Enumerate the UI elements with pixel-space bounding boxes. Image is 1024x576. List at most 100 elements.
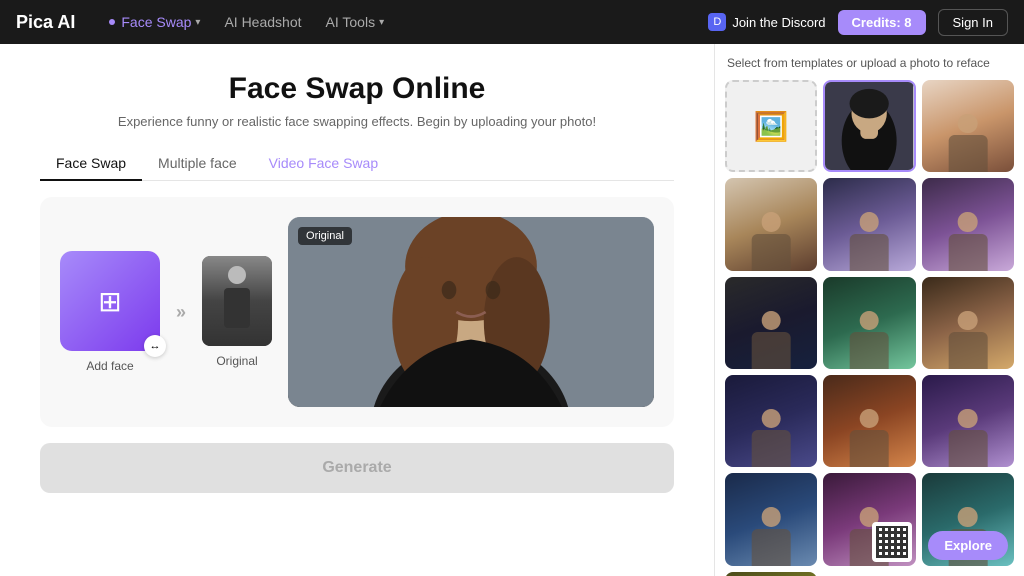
p-body-8 [948,332,987,369]
p-head-11 [958,409,977,428]
person-overlay-7 [837,295,902,369]
qr-code [872,522,912,562]
face-swap-badge: ↔ [144,335,166,357]
template-item-4[interactable] [823,178,915,270]
template-item-10[interactable] [823,375,915,467]
p-head-2 [958,114,977,133]
p-body-7 [850,332,889,369]
person-overlay-3 [739,197,804,271]
p-body-11 [948,430,987,467]
person-body [224,288,250,328]
main-container: Face Swap Online Experience funny or rea… [0,44,1024,576]
woman-svg [288,217,654,407]
template-item-11[interactable] [922,375,1014,467]
original-large-image: Original [288,217,654,407]
person-overlay-10 [837,394,902,468]
nav-ai-tools[interactable]: AI Tools ▾ [316,10,395,34]
discord-icon: D [708,13,726,31]
template-item-7[interactable] [823,277,915,369]
person-overlay-11 [936,394,1001,468]
credits-button[interactable]: Credits: 8 [838,10,926,35]
add-face-label: Add face [86,359,133,373]
p-head-5 [958,212,977,231]
template-item-5[interactable] [922,178,1014,270]
header: Pica AI Face Swap ▾ AI Headshot AI Tools… [0,0,1024,44]
p-head-3 [761,212,780,231]
p-body-3 [752,234,791,271]
chevron-down-icon-2: ▾ [379,17,384,28]
add-face-card: ⊞ ↔ Add face [60,251,160,373]
p-body-5 [948,234,987,271]
template-item-2[interactable] [922,80,1014,172]
person-overlay-5 [936,197,1001,271]
signin-button[interactable]: Sign In [938,9,1008,36]
original-label: Original [216,354,257,368]
active-dot [109,19,115,25]
nav-ai-tools-label: AI Tools [326,14,376,30]
add-face-button[interactable]: ⊞ ↔ [60,251,160,351]
p-body-4 [850,234,889,271]
template-grid: 🖼️ [723,80,1016,576]
header-right: D Join the Discord Credits: 8 Sign In [708,9,1008,36]
original-thumbnail[interactable] [202,256,272,346]
right-panel-header: Select from templates or upload a photo … [723,56,1016,70]
nav-ai-headshot[interactable]: AI Headshot [214,10,311,34]
p-head-4 [860,212,879,231]
person-silhouette [222,266,252,336]
tab-video-face-swap[interactable]: Video Face Swap [253,147,394,181]
right-panel: Select from templates or upload a photo … [714,44,1024,576]
logo: Pica AI [16,12,75,33]
p-head-9 [761,409,780,428]
template-item-1[interactable] [823,80,915,172]
person-overlay-9 [739,394,804,468]
p-head-6 [761,311,780,330]
arrow-separator: » [176,302,186,323]
p-body-2 [948,135,987,172]
woman-photo [288,217,654,407]
p-head-14 [958,507,977,526]
original-badge: Original [298,227,352,245]
p-body-9 [752,430,791,467]
p-body-6 [752,332,791,369]
explore-button[interactable]: Explore [928,531,1008,560]
chevron-down-icon: ▾ [195,17,200,28]
qr-pattern [876,526,908,558]
page-subtitle: Experience funny or realistic face swapp… [40,114,674,129]
nav-ai-headshot-label: AI Headshot [224,14,301,30]
generate-button[interactable]: Generate [40,443,674,493]
p-body-12 [752,529,791,566]
original-card: Original [202,256,272,368]
person-overlay-8 [936,295,1001,369]
nav-face-swap-label: Face Swap [121,14,191,30]
page-title: Face Swap Online [40,72,674,106]
logo-text: Pica AI [16,12,75,33]
p-head-12 [761,507,780,526]
template-item-13[interactable] [823,473,915,565]
template-item-15[interactable] [725,572,817,576]
template-item-3[interactable] [725,178,817,270]
discord-button[interactable]: D Join the Discord [708,13,825,31]
swap-area: ⊞ ↔ Add face » Original [40,197,674,427]
person-overlay-4 [837,197,902,271]
upload-button[interactable]: 🖼️ [725,80,817,172]
template-item-9[interactable] [725,375,817,467]
person-head [228,266,246,284]
add-face-icon: ⊞ [98,285,121,318]
upload-icon: 🖼️ [754,110,789,143]
template-item-8[interactable] [922,277,1014,369]
person-overlay-2 [936,98,1001,172]
template-item-6[interactable] [725,277,817,369]
tab-multiple-face[interactable]: Multiple face [142,147,253,181]
template-item-12[interactable] [725,473,817,565]
p-head-7 [860,311,879,330]
p-head-10 [860,409,879,428]
p-body-10 [850,430,889,467]
original-thumb-image [202,256,272,346]
left-panel: Face Swap Online Experience funny or rea… [0,44,714,576]
tab-face-swap[interactable]: Face Swap [40,147,142,181]
discord-label: Join the Discord [732,15,825,30]
nav-face-swap[interactable]: Face Swap ▾ [99,10,210,34]
tabs: Face Swap Multiple face Video Face Swap [40,147,674,181]
person-overlay-12 [739,492,804,566]
p-head-8 [958,311,977,330]
